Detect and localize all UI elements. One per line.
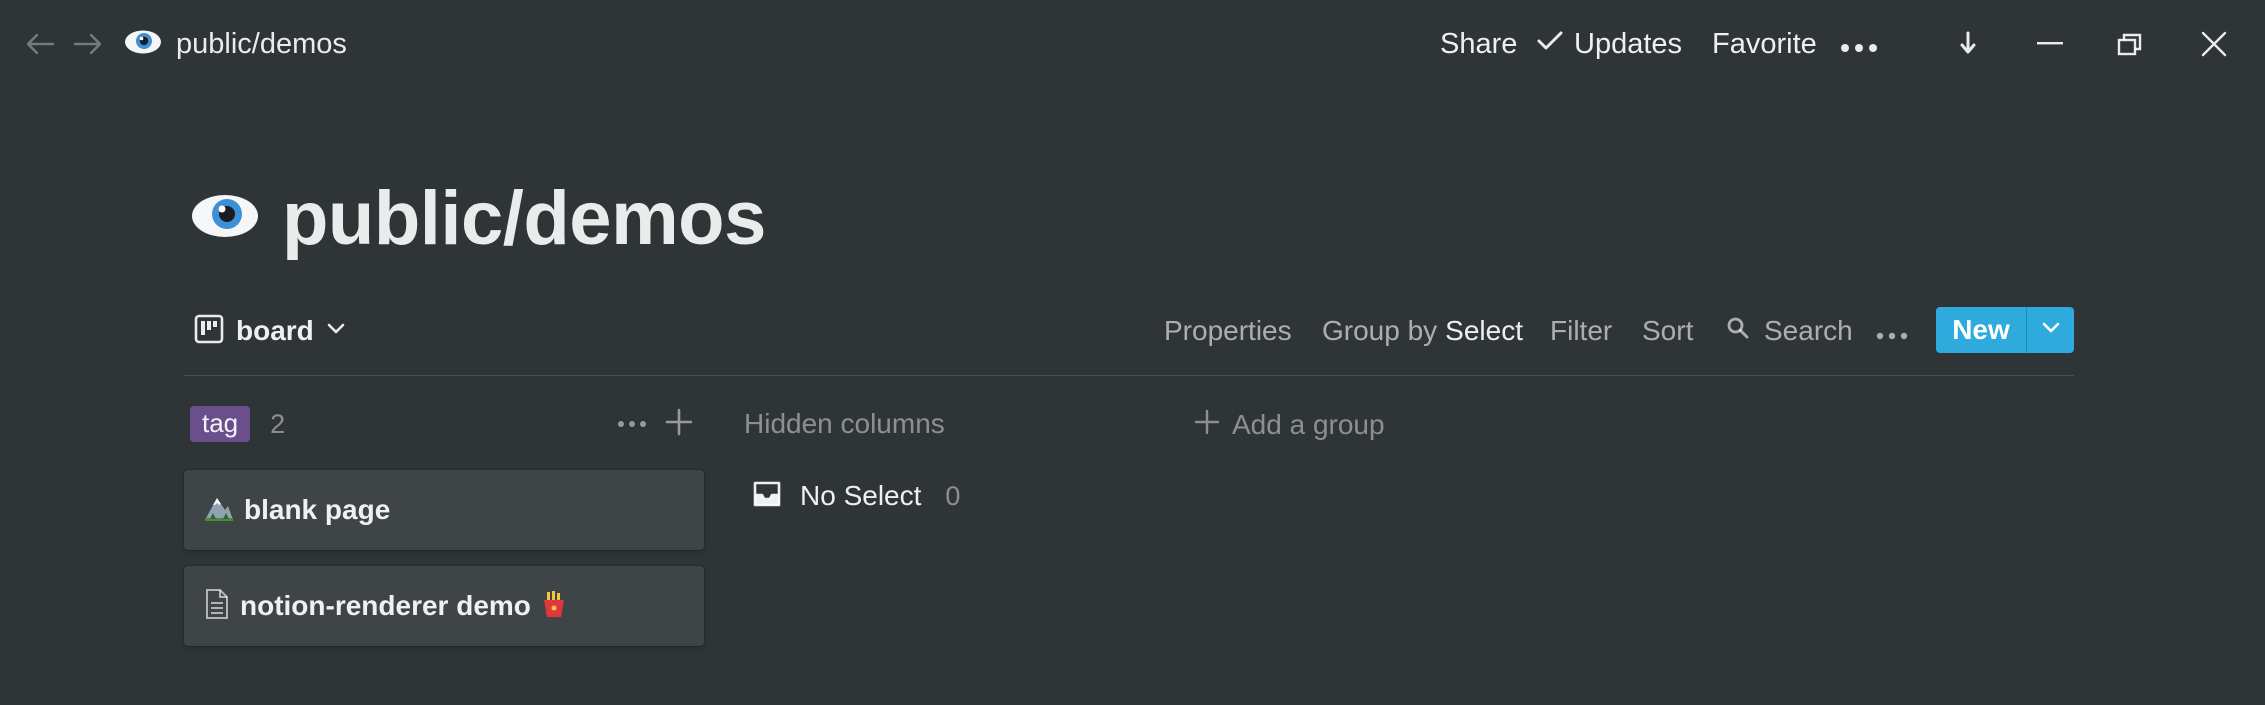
group-by-prefix: Group by	[1322, 315, 1438, 346]
no-select-label: No Select	[800, 480, 922, 511]
minimize-icon[interactable]	[2020, 20, 2080, 68]
group-by-button[interactable]: Group by Select	[1322, 306, 1523, 356]
sort-button[interactable]: Sort	[1642, 306, 1693, 356]
add-group-label: Add a group	[1232, 409, 1385, 440]
top-bar: public/demos Share Updates Favorite	[0, 0, 2265, 88]
forward-arrow-icon[interactable]	[68, 24, 108, 64]
view-switcher[interactable]: board	[194, 306, 346, 356]
view-label: board	[236, 315, 314, 346]
search-icon	[1726, 315, 1750, 347]
inbox-icon	[752, 480, 782, 513]
plus-icon	[665, 408, 693, 441]
updates-button[interactable]: Updates	[1536, 20, 1682, 68]
sort-label: Sort	[1642, 315, 1694, 346]
properties-button[interactable]: Properties	[1164, 306, 1292, 356]
eye-icon	[124, 29, 162, 60]
card-title: notion-renderer demo	[240, 590, 531, 621]
more-dots-icon	[617, 415, 647, 433]
eye-icon[interactable]	[190, 191, 260, 246]
document-icon	[204, 588, 230, 625]
page-header: public/demos	[190, 168, 766, 268]
board-view-icon	[194, 314, 224, 349]
more-dots-icon	[1876, 315, 1908, 347]
favorite-label: Favorite	[1712, 27, 1817, 60]
page-title[interactable]: public/demos	[282, 175, 766, 262]
plus-icon	[1194, 409, 1220, 442]
download-arrow-icon[interactable]	[1938, 20, 1998, 68]
group-more-button[interactable]	[612, 404, 652, 444]
share-label: Share	[1440, 27, 1518, 60]
toolbar-divider	[184, 375, 2074, 376]
more-options-button[interactable]	[1836, 20, 1882, 68]
mountain-icon	[204, 493, 234, 528]
new-button[interactable]: New	[1936, 307, 2026, 353]
no-select-count: 0	[945, 480, 961, 511]
board-card[interactable]: notion-renderer demo	[184, 566, 704, 646]
search-label: Search	[1764, 315, 1853, 346]
checkmark-icon	[1536, 28, 1564, 61]
breadcrumb[interactable]: public/demos	[124, 20, 347, 68]
share-button[interactable]: Share	[1440, 20, 1517, 68]
more-dots-icon	[1839, 28, 1879, 61]
board-card[interactable]: blank page	[184, 470, 704, 550]
chevron-down-icon	[2041, 321, 2061, 340]
filter-label: Filter	[1550, 315, 1613, 346]
new-button-group: New	[1936, 307, 2074, 353]
properties-label: Properties	[1164, 315, 1292, 346]
restore-window-icon[interactable]	[2100, 20, 2160, 68]
add-group-button[interactable]: Add a group	[1194, 404, 1385, 446]
hidden-columns-label: Hidden columns	[744, 408, 945, 439]
fries-icon	[541, 590, 567, 623]
updates-label: Updates	[1574, 27, 1683, 60]
breadcrumb-title: public/demos	[176, 27, 347, 60]
group-by-value: Select	[1445, 315, 1523, 346]
hidden-column-no-select[interactable]: No Select 0	[752, 474, 960, 518]
group-count: 2	[270, 408, 286, 439]
back-arrow-icon[interactable]	[20, 24, 60, 64]
filter-button[interactable]: Filter	[1550, 306, 1612, 356]
group-add-button[interactable]	[659, 404, 699, 444]
group-tag[interactable]: tag	[190, 406, 251, 442]
chevron-down-icon	[326, 322, 346, 341]
card-title: blank page	[244, 494, 391, 525]
new-dropdown-button[interactable]	[2027, 307, 2074, 353]
close-icon[interactable]	[2184, 20, 2244, 68]
favorite-button[interactable]: Favorite	[1712, 20, 1817, 68]
board-group-header: tag 2	[190, 404, 285, 444]
view-more-button[interactable]	[1872, 306, 1912, 356]
search-button[interactable]: Search	[1726, 306, 1853, 356]
